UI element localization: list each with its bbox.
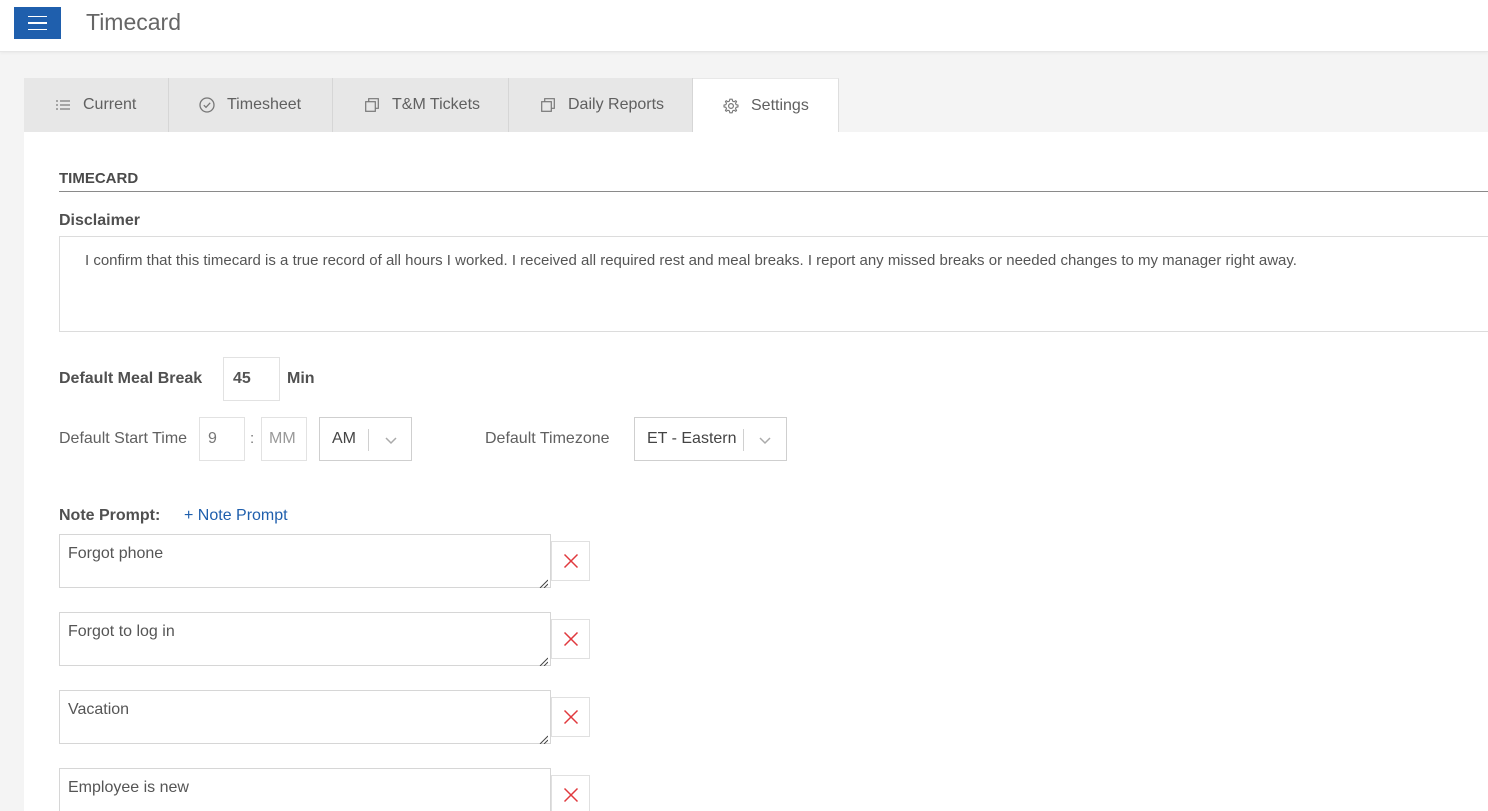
tab-bar: Current Timesheet T&M Tickets Daily Repo… [24,78,839,132]
chevron-down-icon [757,432,773,448]
note-prompt-textarea[interactable]: Forgot to log in [59,612,551,667]
delete-note-prompt-button[interactable] [551,775,590,811]
tab-tm-tickets[interactable]: T&M Tickets [333,78,509,132]
start-hour-input[interactable]: 9 [199,417,245,461]
start-minute-input[interactable]: MM [261,417,307,461]
timezone-label: Default Timezone [485,430,610,447]
tab-timesheet[interactable]: Timesheet [169,78,333,132]
meal-break-unit: Min [287,370,315,387]
close-icon [563,709,578,725]
timezone-select[interactable]: ET - Eastern [634,417,787,461]
note-prompt-textarea[interactable]: Forgot phone [59,534,551,589]
section-title: TIMECARD [59,170,139,187]
start-time-label: Default Start Time [59,430,188,447]
select-separator [368,429,369,451]
tab-label: T&M Tickets [392,96,481,113]
note-prompt-row: Employee is new [59,768,591,811]
settings-panel: TIMECARD Disclaimer I confirm that this … [24,132,1488,811]
close-icon [563,787,578,803]
note-prompt-text: Employee is new [68,779,189,796]
tab-label: Timesheet [227,96,302,113]
note-prompt-text: Vacation [68,701,130,718]
tab-daily-reports[interactable]: Daily Reports [509,78,693,132]
tab-current[interactable]: Current [24,78,169,132]
close-icon [563,631,578,647]
note-prompt-row: Forgot to log in [59,612,591,668]
tab-label: Current [83,96,137,113]
copy-icon [364,97,380,113]
delete-note-prompt-button[interactable] [551,541,590,581]
disclaimer-textarea[interactable]: I confirm that this timecard is a true r… [59,236,1488,332]
list-icon [55,97,71,113]
note-prompt-row: Forgot phone [59,534,591,590]
copy-icon [540,97,556,113]
ampm-select[interactable]: AM [319,417,412,461]
time-separator: : [250,430,255,447]
top-bar: Timecard [0,0,1488,52]
page-title: Timecard [86,9,181,35]
delete-note-prompt-button[interactable] [551,697,590,737]
note-prompt-text: Forgot phone [68,545,164,562]
resize-grip-icon[interactable] [538,731,549,745]
select-separator [743,429,744,451]
close-icon [563,553,578,569]
menu-icon-line [28,28,47,31]
tab-label: Daily Reports [568,96,665,113]
resize-grip-icon[interactable] [538,653,549,667]
note-prompt-row: Vacation [59,690,591,746]
gear-icon [723,98,739,114]
check-circle-icon [199,97,215,113]
resize-grip-icon[interactable] [538,575,549,589]
note-prompt-text: Forgot to log in [68,623,175,640]
add-note-prompt-link[interactable]: + Note Prompt [184,507,288,525]
note-prompt-textarea[interactable]: Employee is new [59,768,551,811]
delete-note-prompt-button[interactable] [551,619,590,659]
note-prompt-textarea[interactable]: Vacation [59,690,551,745]
section-divider [59,191,1488,192]
chevron-down-icon [383,432,399,448]
meal-break-input[interactable]: 45 [223,357,280,401]
note-prompt-label: Note Prompt: [59,507,161,524]
ampm-value: AM [332,430,356,447]
tab-label: Settings [751,96,809,114]
timezone-value: ET - Eastern [647,430,737,447]
hamburger-menu-button[interactable] [14,7,61,39]
disclaimer-label: Disclaimer [59,212,140,229]
tab-settings[interactable]: Settings [693,78,839,132]
menu-icon-line [28,15,47,18]
menu-icon-line [28,22,47,24]
meal-break-label: Default Meal Break [59,370,203,387]
